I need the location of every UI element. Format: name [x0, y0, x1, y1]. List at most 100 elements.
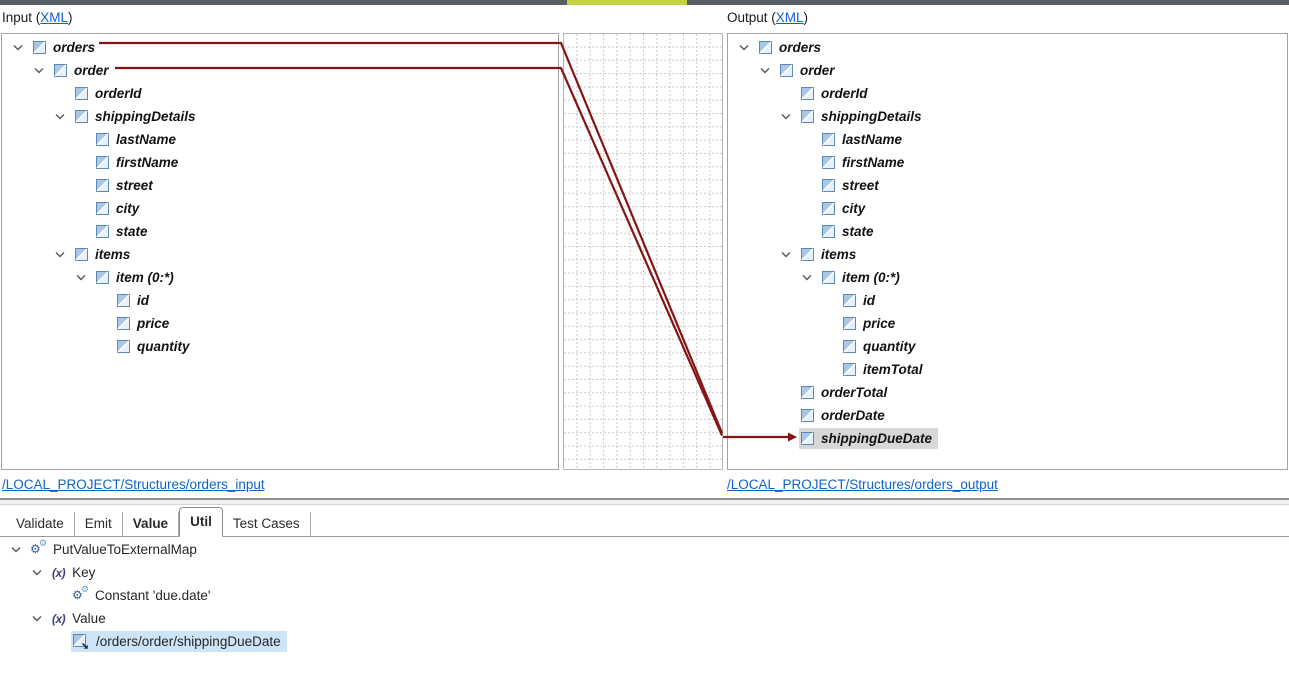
tree-row-orders-order-shippingduedate[interactable]: /orders/order/shippingDueDate — [0, 630, 1289, 653]
tree-row-order[interactable]: order — [728, 59, 1287, 82]
tree-row-content: price — [841, 313, 901, 334]
tree-row-putvaluetoexternalmap[interactable]: ⚙⚙PutValueToExternalMap — [0, 538, 1289, 561]
tree-row-street[interactable]: street — [728, 174, 1287, 197]
tree-row-order[interactable]: order — [2, 59, 558, 82]
output-structure-link[interactable]: /LOCAL_PROJECT/Structures/orders_output — [727, 477, 998, 492]
tree-row-key[interactable]: (x) Key — [0, 561, 1289, 584]
tree-row-items[interactable]: items — [2, 243, 558, 266]
tree-row-content: shippingDueDate — [799, 428, 938, 449]
tree-node-label: quantity — [137, 339, 190, 354]
tree-row-shippingdetails[interactable]: shippingDetails — [2, 105, 558, 128]
tab-test-cases[interactable]: Test Cases — [223, 512, 311, 536]
chevron-down-icon[interactable] — [800, 274, 820, 281]
tree-row-city[interactable]: city — [2, 197, 558, 220]
tree-node-label: orderId — [821, 86, 868, 101]
tree-row-itemtotal[interactable]: itemTotal — [728, 358, 1287, 381]
tree-node-label: item (0:*) — [116, 270, 174, 285]
tree-row-price[interactable]: price — [728, 312, 1287, 335]
tree-row-content: order — [778, 60, 841, 81]
tree-node-label: Key — [72, 565, 95, 580]
xml-element-icon — [75, 110, 88, 123]
tree-row-item-0[interactable]: item (0:*) — [728, 266, 1287, 289]
tree-row-content: /orders/order/shippingDueDate — [71, 631, 287, 652]
tree-row-content: orderDate — [799, 405, 891, 426]
tree-row-orderid[interactable]: orderId — [728, 82, 1287, 105]
tree-node-label: street — [842, 178, 879, 193]
tree-row-id[interactable]: id — [728, 289, 1287, 312]
chevron-down-icon[interactable] — [758, 67, 778, 74]
xml-element-icon — [96, 225, 109, 238]
tree-row-content: order — [52, 60, 115, 81]
xml-element-icon — [801, 87, 814, 100]
tree-row-quantity[interactable]: quantity — [728, 335, 1287, 358]
input-xml-link[interactable]: XML — [40, 10, 68, 25]
tree-row-quantity[interactable]: quantity — [2, 335, 558, 358]
chevron-down-icon[interactable] — [30, 615, 50, 622]
tree-row-state[interactable]: state — [2, 220, 558, 243]
tree-node-label: orderTotal — [821, 385, 887, 400]
tree-row-state[interactable]: state — [728, 220, 1287, 243]
tree-row-item-0[interactable]: item (0:*) — [2, 266, 558, 289]
input-title-paren: ) — [68, 10, 73, 25]
tab-emit[interactable]: Emit — [75, 512, 123, 536]
tree-row-content: shippingDetails — [799, 106, 928, 127]
tree-row-firstname[interactable]: firstName — [728, 151, 1287, 174]
tree-row-items[interactable]: items — [728, 243, 1287, 266]
tree-row-content: ⚙⚙Constant 'due.date' — [71, 585, 217, 606]
chevron-down-icon[interactable] — [737, 44, 757, 51]
xml-element-icon — [822, 225, 835, 238]
horizontal-splitter[interactable] — [0, 498, 1289, 505]
xml-element-icon — [822, 271, 835, 284]
tree-row-content: state — [94, 221, 154, 242]
mapping-canvas[interactable] — [563, 33, 723, 470]
tree-node-label: street — [116, 178, 153, 193]
chevron-down-icon[interactable] — [53, 113, 73, 120]
output-xml-link[interactable]: XML — [776, 10, 804, 25]
tree-node-label: orderDate — [821, 408, 885, 423]
xml-element-icon — [759, 41, 772, 54]
chevron-down-icon[interactable] — [30, 569, 50, 576]
tree-node-label: Value — [72, 611, 106, 626]
tree-row-city[interactable]: city — [728, 197, 1287, 220]
tree-node-label: shippingDueDate — [821, 431, 932, 446]
tree-node-label: order — [74, 63, 109, 78]
tree-row-orderid[interactable]: orderId — [2, 82, 558, 105]
tree-row-content: street — [94, 175, 159, 196]
tree-row-lastname[interactable]: lastName — [728, 128, 1287, 151]
xml-element-icon — [843, 317, 856, 330]
tab-value[interactable]: Value — [123, 512, 179, 536]
tree-row-street[interactable]: street — [2, 174, 558, 197]
tree-row-shippingdetails[interactable]: shippingDetails — [728, 105, 1287, 128]
chevron-down-icon[interactable] — [779, 113, 799, 120]
chevron-down-icon[interactable] — [9, 546, 29, 553]
tree-row-firstname[interactable]: firstName — [2, 151, 558, 174]
tree-row-price[interactable]: price — [2, 312, 558, 335]
tree-row-ordertotal[interactable]: orderTotal — [728, 381, 1287, 404]
tree-row-content: (x) Key — [50, 562, 101, 583]
tab-util[interactable]: Util — [179, 507, 223, 537]
chevron-down-icon[interactable] — [53, 251, 73, 258]
top-scroll-thumb[interactable] — [567, 0, 687, 5]
chevron-down-icon[interactable] — [779, 251, 799, 258]
xml-element-icon — [801, 248, 814, 261]
tree-node-label: price — [137, 316, 169, 331]
tree-row-constant-due-date[interactable]: ⚙⚙Constant 'due.date' — [0, 584, 1289, 607]
xml-element-icon — [822, 202, 835, 215]
function-gears-icon: ⚙⚙ — [31, 542, 46, 557]
tree-row-shippingduedate[interactable]: shippingDueDate — [728, 427, 1287, 450]
tree-row-orders[interactable]: orders — [728, 36, 1287, 59]
tab-validate[interactable]: Validate — [6, 512, 75, 536]
tree-node-label: state — [842, 224, 874, 239]
tree-row-lastname[interactable]: lastName — [2, 128, 558, 151]
chevron-down-icon[interactable] — [74, 274, 94, 281]
parameter-fx-icon: (x) — [52, 566, 65, 580]
input-title-text: Input ( — [2, 10, 40, 25]
input-structure-link[interactable]: /LOCAL_PROJECT/Structures/orders_input — [2, 477, 265, 492]
tree-row-orders[interactable]: orders — [2, 36, 558, 59]
tree-row-id[interactable]: id — [2, 289, 558, 312]
tree-row-orderdate[interactable]: orderDate — [728, 404, 1287, 427]
xml-element-icon — [75, 87, 88, 100]
chevron-down-icon[interactable] — [32, 67, 52, 74]
chevron-down-icon[interactable] — [11, 44, 31, 51]
tree-row-value[interactable]: (x)Value — [0, 607, 1289, 630]
